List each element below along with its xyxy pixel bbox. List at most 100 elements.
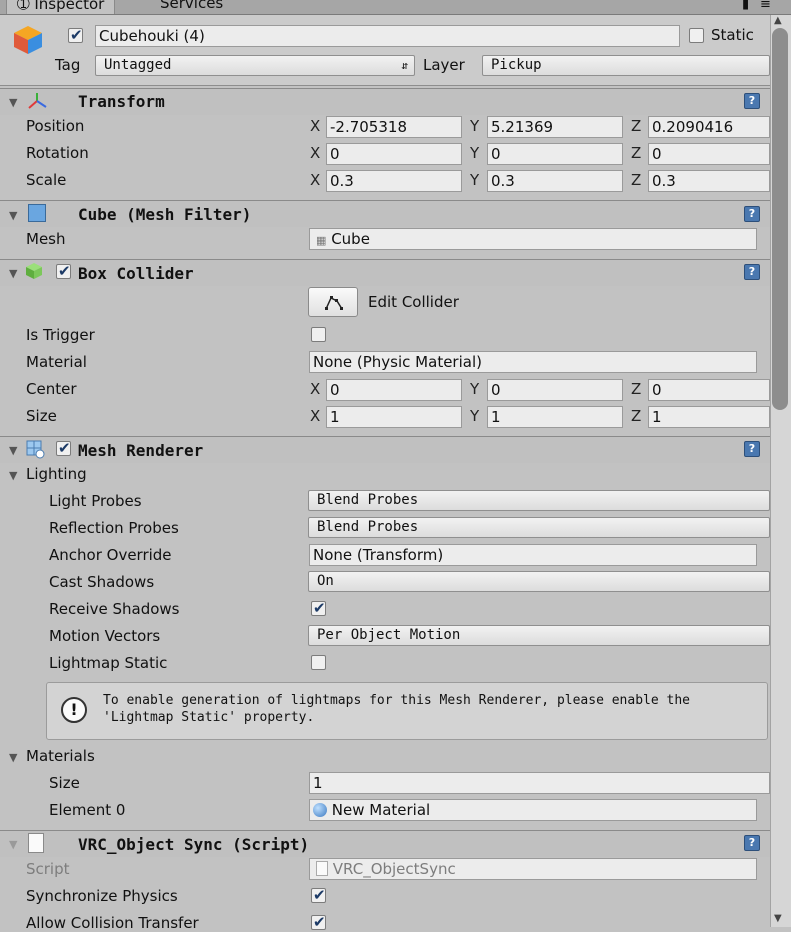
- cast-shadows-dropdown[interactable]: On: [308, 571, 770, 592]
- box-collider-icon: [25, 262, 43, 280]
- fold-arrow-icon[interactable]: ▼: [9, 444, 17, 457]
- light-probes-dropdown[interactable]: Blend Probes: [308, 490, 770, 511]
- axis-x-label: X: [310, 117, 321, 135]
- box-collider-enabled-checkbox[interactable]: [56, 262, 71, 280]
- tab-bar: ➀ Inspector Services ▮ ≡: [0, 0, 791, 15]
- axis-z-label: Z: [631, 407, 642, 425]
- transform-icon: [26, 92, 48, 114]
- edit-collider-button[interactable]: [308, 287, 358, 317]
- scale-y-input[interactable]: 0.3: [487, 170, 623, 192]
- static-checkbox[interactable]: [689, 28, 704, 43]
- material-object-field[interactable]: None (Physic Material): [309, 351, 757, 373]
- scrollbar-thumb[interactable]: [772, 28, 788, 410]
- tag-value: Untagged: [104, 57, 172, 73]
- axis-z-label: Z: [631, 117, 642, 135]
- script-object-field: VRC_ObjectSync: [309, 858, 757, 880]
- materials-size-label: Size: [49, 774, 80, 792]
- axis-x-label: X: [310, 171, 321, 189]
- reflection-probes-dropdown[interactable]: Blend Probes: [308, 517, 770, 538]
- mesh-label: Mesh: [26, 230, 66, 248]
- script-value: VRC_ObjectSync: [332, 860, 456, 878]
- fold-arrow-icon[interactable]: ▼: [9, 209, 17, 222]
- fold-arrow-icon[interactable]: ▼: [9, 267, 17, 280]
- light-probes-label: Light Probes: [49, 492, 142, 510]
- tag-label: Tag: [55, 56, 81, 74]
- menu-icon[interactable]: ≡: [760, 0, 771, 12]
- rotation-label: Rotation: [26, 144, 89, 162]
- scroll-up-icon[interactable]: ▲: [774, 15, 782, 26]
- materials-size-input[interactable]: 1: [309, 772, 770, 794]
- center-x-input[interactable]: 0: [326, 379, 462, 401]
- mesh-icon: ▦: [316, 234, 327, 247]
- mesh-object-field[interactable]: ▦ Cube: [309, 228, 757, 250]
- lighting-foldout[interactable]: Lighting: [26, 465, 87, 483]
- mesh-renderer-enabled-checkbox[interactable]: [56, 439, 71, 457]
- sync-physics-checkbox[interactable]: [311, 886, 326, 904]
- center-z-input[interactable]: 0: [648, 379, 770, 401]
- receive-shadows-label: Receive Shadows: [49, 600, 180, 618]
- materials-foldout[interactable]: Materials: [26, 747, 95, 765]
- is-trigger-checkbox[interactable]: [311, 327, 326, 342]
- lightmap-static-checkbox[interactable]: [311, 655, 326, 670]
- tag-dropdown[interactable]: Untagged ⇵: [95, 55, 415, 76]
- anchor-override-field[interactable]: None (Transform): [309, 544, 757, 566]
- mesh-renderer-icon: [25, 439, 45, 459]
- size-label: Size: [26, 407, 57, 425]
- mesh-filter-title: Cube (Mesh Filter): [78, 205, 252, 224]
- axis-y-label: Y: [470, 380, 480, 398]
- help-icon[interactable]: ?: [744, 264, 760, 280]
- rotation-y-input[interactable]: 0: [487, 143, 623, 165]
- axis-z-label: Z: [631, 171, 642, 189]
- layer-label: Layer: [423, 56, 465, 74]
- center-y-input[interactable]: 0: [487, 379, 623, 401]
- lightmap-info-text: To enable generation of lightmaps for th…: [103, 693, 690, 725]
- allow-collision-label: Allow Collision Transfer: [26, 914, 199, 932]
- object-sync-title: VRC_Object Sync (Script): [78, 835, 310, 854]
- layer-dropdown[interactable]: Pickup: [482, 55, 770, 76]
- motion-vectors-dropdown[interactable]: Per Object Motion: [308, 625, 770, 646]
- help-icon[interactable]: ?: [744, 206, 760, 222]
- active-checkbox[interactable]: [68, 26, 83, 44]
- scroll-down-icon[interactable]: ▼: [774, 913, 782, 924]
- tab-services[interactable]: Services: [150, 0, 233, 14]
- position-x-input[interactable]: -2.705318: [326, 116, 462, 138]
- axis-z-label: Z: [631, 144, 642, 162]
- rotation-x-input[interactable]: 0: [326, 143, 462, 165]
- rotation-z-input[interactable]: 0: [648, 143, 770, 165]
- cube-icon: [12, 24, 44, 56]
- fold-arrow-icon[interactable]: ▼: [9, 751, 17, 764]
- position-z-input[interactable]: 0.2090416: [648, 116, 770, 138]
- box-collider-title: Box Collider: [78, 264, 194, 283]
- lightmap-static-label: Lightmap Static: [49, 654, 168, 672]
- tab-services-label: Services: [160, 0, 224, 12]
- element0-object-field[interactable]: New Material: [309, 799, 757, 821]
- axis-y-label: Y: [470, 144, 480, 162]
- reflection-probes-label: Reflection Probes: [49, 519, 179, 537]
- receive-shadows-checkbox[interactable]: [311, 599, 326, 617]
- fold-arrow-icon[interactable]: ▼: [9, 838, 17, 851]
- fold-arrow-icon[interactable]: ▼: [9, 96, 17, 109]
- cast-shadows-label: Cast Shadows: [49, 573, 155, 591]
- anchor-override-label: Anchor Override: [49, 546, 172, 564]
- transform-title: Transform: [78, 92, 165, 111]
- lock-icon[interactable]: ▮: [742, 0, 749, 12]
- help-icon[interactable]: ?: [744, 835, 760, 851]
- help-icon[interactable]: ?: [744, 93, 760, 109]
- help-icon[interactable]: ?: [744, 441, 760, 457]
- allow-collision-checkbox[interactable]: [311, 913, 326, 931]
- size-z-input[interactable]: 1: [648, 406, 770, 428]
- size-y-input[interactable]: 1: [487, 406, 623, 428]
- scale-x-input[interactable]: 0.3: [326, 170, 462, 192]
- material-sphere-icon: [313, 803, 327, 817]
- scale-z-input[interactable]: 0.3: [648, 170, 770, 192]
- axis-x-label: X: [310, 407, 321, 425]
- size-x-input[interactable]: 1: [326, 406, 462, 428]
- lightmap-info-box: ! To enable generation of lightmaps for …: [46, 682, 768, 740]
- position-y-input[interactable]: 5.21369: [487, 116, 623, 138]
- script-label: Script: [26, 860, 70, 878]
- object-name-input[interactable]: Cubehouki (4): [95, 25, 680, 47]
- tab-inspector[interactable]: ➀ Inspector: [6, 0, 116, 14]
- tab-inspector-label: Inspector: [34, 0, 105, 13]
- script-file-icon: [316, 861, 328, 876]
- fold-arrow-icon[interactable]: ▼: [9, 469, 17, 482]
